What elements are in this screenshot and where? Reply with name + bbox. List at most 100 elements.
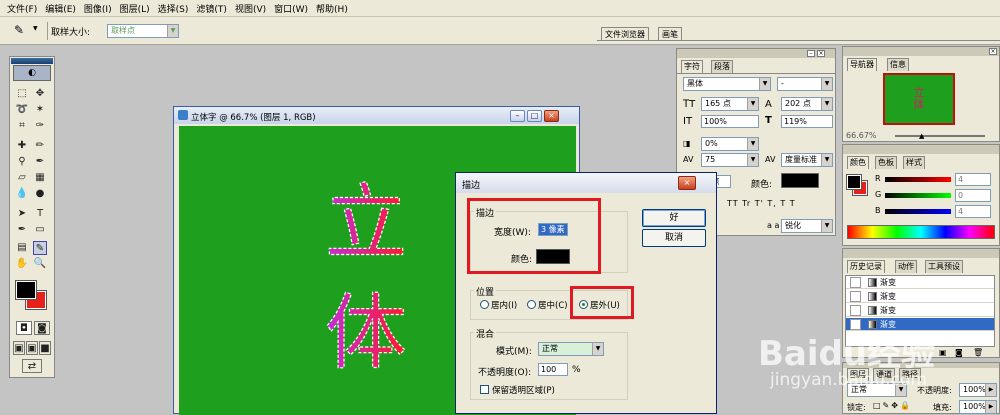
hand-icon[interactable]: ✋ (15, 257, 29, 271)
new-document-icon[interactable]: ▣ (939, 348, 947, 357)
center-radio[interactable] (527, 300, 536, 309)
history-snapshot-checkbox[interactable] (850, 291, 861, 302)
inside-label[interactable]: 居内(I) (491, 299, 517, 311)
blue-slider[interactable] (885, 209, 951, 214)
red-value[interactable]: 4 (955, 173, 991, 186)
menu-help[interactable]: 帮助(H) (312, 2, 352, 15)
brush-icon[interactable]: ✏ (33, 139, 47, 153)
jump-to-imageready-icon[interactable]: ⇄ (22, 359, 42, 373)
tab-file-browser[interactable]: 文件浏览器 (601, 27, 649, 40)
eyedropper-tool-icon[interactable]: ✎ (33, 241, 47, 255)
path-select-icon[interactable]: ➤ (15, 207, 29, 221)
eyedropper-icon[interactable]: ✎ (14, 23, 24, 37)
cancel-button[interactable]: 取消 (642, 229, 706, 247)
new-snapshot-icon[interactable]: ◙ (955, 348, 963, 357)
kerning-dropdown[interactable]: 度量标准 ▼ (781, 153, 833, 167)
opacity-input[interactable]: 100 (538, 363, 568, 376)
magic-wand-icon[interactable]: ✶ (33, 103, 47, 117)
clone-stamp-icon[interactable]: ⚲ (15, 155, 29, 169)
maximize-button[interactable]: □ (527, 110, 542, 122)
red-slider[interactable] (885, 177, 951, 182)
blue-value[interactable]: 4 (955, 205, 991, 218)
dodge-icon[interactable]: ● (33, 187, 47, 201)
panel-close-button[interactable]: × (989, 48, 997, 55)
text-color-swatch[interactable] (781, 173, 819, 188)
tab-swatches[interactable]: 色板 (875, 156, 897, 169)
color-ramp[interactable] (847, 225, 995, 239)
tab-paragraph[interactable]: 段落 (711, 60, 733, 73)
sample-size-dropdown[interactable]: 取样点 ▼ (107, 24, 179, 38)
screen-mode-standard-icon[interactable]: ▣ (13, 341, 25, 355)
chevron-down-icon[interactable]: ▼ (33, 25, 38, 32)
menu-view[interactable]: 视图(V) (231, 2, 270, 15)
quickmask-mode-icon[interactable]: ◙ (34, 321, 50, 335)
marquee-icon[interactable]: ⬚ (15, 87, 29, 101)
delete-icon[interactable]: 🗑 (973, 348, 983, 357)
shape-icon[interactable]: ▭ (33, 223, 47, 237)
panel-close-button[interactable]: × (817, 50, 825, 57)
lasso-icon[interactable]: ➰ (15, 103, 29, 117)
green-slider[interactable] (885, 193, 951, 198)
screen-mode-full-menu-icon[interactable]: ▣ (26, 341, 38, 355)
center-label[interactable]: 居中(C) (538, 299, 568, 311)
menu-layer[interactable]: 图层(L) (116, 2, 154, 15)
inside-radio[interactable] (480, 300, 489, 309)
tab-navigator[interactable]: 导航器 (847, 58, 877, 71)
horizontal-scale-field[interactable]: 119% (781, 115, 833, 128)
layer-opacity-field[interactable]: 100% ▶ (959, 383, 997, 397)
ok-button[interactable]: 好 (642, 209, 706, 227)
eraser-icon[interactable]: ▱ (15, 171, 29, 185)
history-item[interactable]: 渐变 (846, 304, 994, 317)
mode-dropdown[interactable]: 正常 ▼ (538, 342, 604, 356)
font-style-dropdown[interactable]: - ▼ (777, 77, 833, 91)
foreground-color-swatch[interactable] (15, 280, 37, 300)
type-icon[interactable]: T (33, 207, 47, 221)
history-snapshot-checkbox[interactable] (850, 277, 861, 288)
color-foreground-swatch[interactable] (846, 174, 862, 190)
tracking-field[interactable]: 75 ▼ (701, 153, 759, 167)
lock-icons[interactable]: □✎✥🔒 (873, 401, 912, 410)
tab-tool-presets[interactable]: 工具预设 (925, 260, 963, 273)
menu-filter[interactable]: 滤镜(T) (192, 2, 231, 15)
antialias-dropdown[interactable]: 锐化 ▼ (781, 219, 833, 233)
text-style-buttons[interactable]: TT Tr T' T, T T (727, 199, 796, 208)
preserve-transparency-label[interactable]: 保留透明区域(P) (492, 384, 555, 396)
tab-info[interactable]: 信息 (887, 58, 909, 71)
pen-icon[interactable]: ✒ (15, 223, 29, 237)
preserve-transparency-checkbox[interactable] (480, 385, 489, 394)
tab-character[interactable]: 字符 (681, 60, 703, 73)
dialog-close-button[interactable]: × (678, 176, 696, 190)
history-snapshot-checkbox[interactable] (850, 319, 861, 330)
history-item-selected[interactable]: 渐变 (846, 318, 994, 331)
history-brush-icon[interactable]: ✒ (33, 155, 47, 169)
tab-styles[interactable]: 样式 (903, 156, 925, 169)
menu-image[interactable]: 图像(I) (80, 2, 116, 15)
menu-edit[interactable]: 编辑(E) (41, 2, 80, 15)
tab-paths[interactable]: 路径 (899, 368, 921, 381)
history-item[interactable]: 渐变 (846, 290, 994, 303)
tab-actions[interactable]: 动作 (895, 260, 917, 273)
font-size-field[interactable]: 165 点 ▼ (701, 97, 759, 111)
tsume-field[interactable]: 0% ▼ (701, 137, 759, 151)
zoom-slider[interactable] (895, 135, 985, 137)
font-family-dropdown[interactable]: 黑体 ▼ (683, 77, 771, 91)
gradient-icon[interactable]: ▦ (33, 171, 47, 185)
notes-icon[interactable]: ▤ (15, 241, 29, 255)
green-value[interactable]: 0 (955, 189, 991, 202)
slice-icon[interactable]: ✑ (33, 119, 47, 133)
menu-file[interactable]: 文件(F) (3, 2, 41, 15)
tab-history[interactable]: 历史记录 (847, 260, 885, 273)
move-icon[interactable]: ✥ (33, 87, 47, 101)
zoom-slider-handle[interactable]: ▲ (919, 132, 924, 140)
layer-fill-field[interactable]: 100% ▶ (959, 400, 997, 414)
history-item[interactable]: 渐变 (846, 276, 994, 289)
healing-brush-icon[interactable]: ✚ (15, 139, 29, 153)
menu-select[interactable]: 选择(S) (154, 2, 193, 15)
tab-channels[interactable]: 通道 (873, 368, 895, 381)
crop-icon[interactable]: ⌗ (15, 119, 29, 133)
standard-mode-icon[interactable]: ◘ (16, 321, 32, 335)
adobe-logo-icon[interactable]: ◐ (13, 65, 51, 81)
panel-minimize-button[interactable]: – (807, 50, 815, 57)
vertical-scale-field[interactable]: 100% (701, 115, 759, 128)
zoom-icon[interactable]: 🔍 (33, 257, 47, 271)
